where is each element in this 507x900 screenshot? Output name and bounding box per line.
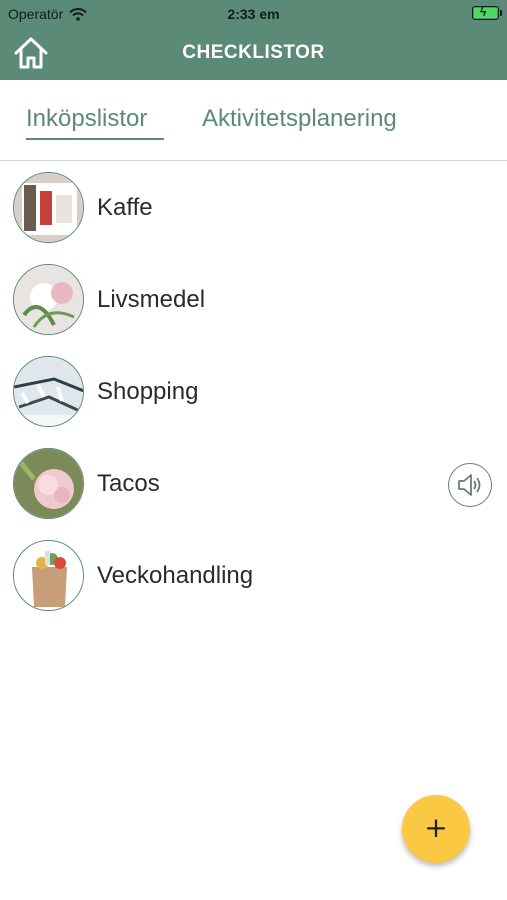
list-item-shopping[interactable]: Shopping	[0, 346, 507, 438]
list-item-tacos[interactable]: Tacos	[0, 438, 507, 530]
tab-aktivitetsplanering[interactable]: Aktivitetsplanering	[202, 105, 397, 133]
status-time: 2:33 em	[227, 6, 280, 22]
add-list-button[interactable]: +	[402, 795, 470, 863]
play-audio-button[interactable]	[448, 463, 492, 507]
battery-icon: ϟ	[472, 5, 502, 20]
page-title: CHECKLISTOR	[182, 42, 325, 63]
list-thumbnail	[13, 448, 84, 519]
list-thumbnail	[13, 356, 84, 427]
list-item-kaffe[interactable]: Kaffe	[0, 162, 507, 254]
list-thumbnail	[13, 264, 84, 335]
list-item-label: Veckohandling	[97, 562, 254, 589]
speaker-icon	[457, 473, 480, 496]
list-item-label: Livsmedel	[97, 286, 206, 313]
list-thumbnail	[13, 172, 84, 243]
list-item-label: Tacos	[97, 470, 160, 497]
list-item-veckohandling[interactable]: Veckohandling	[0, 530, 507, 622]
tab-bar: Inköpslistor Aktivitetsplanering	[0, 80, 507, 161]
app-header: Operatör 2:33 em ϟ CHECKLISTOR	[0, 0, 507, 80]
tab-inkopslistor[interactable]: Inköpslistor	[26, 105, 147, 133]
list-item-label: Kaffe	[97, 194, 153, 221]
status-bar: Operatör 2:33 em ϟ	[0, 0, 507, 28]
list-thumbnail	[13, 540, 84, 611]
list-item-label: Shopping	[97, 378, 199, 405]
list-item-livsmedel[interactable]: Livsmedel	[0, 254, 507, 346]
selected-tab-indicator	[26, 138, 164, 140]
